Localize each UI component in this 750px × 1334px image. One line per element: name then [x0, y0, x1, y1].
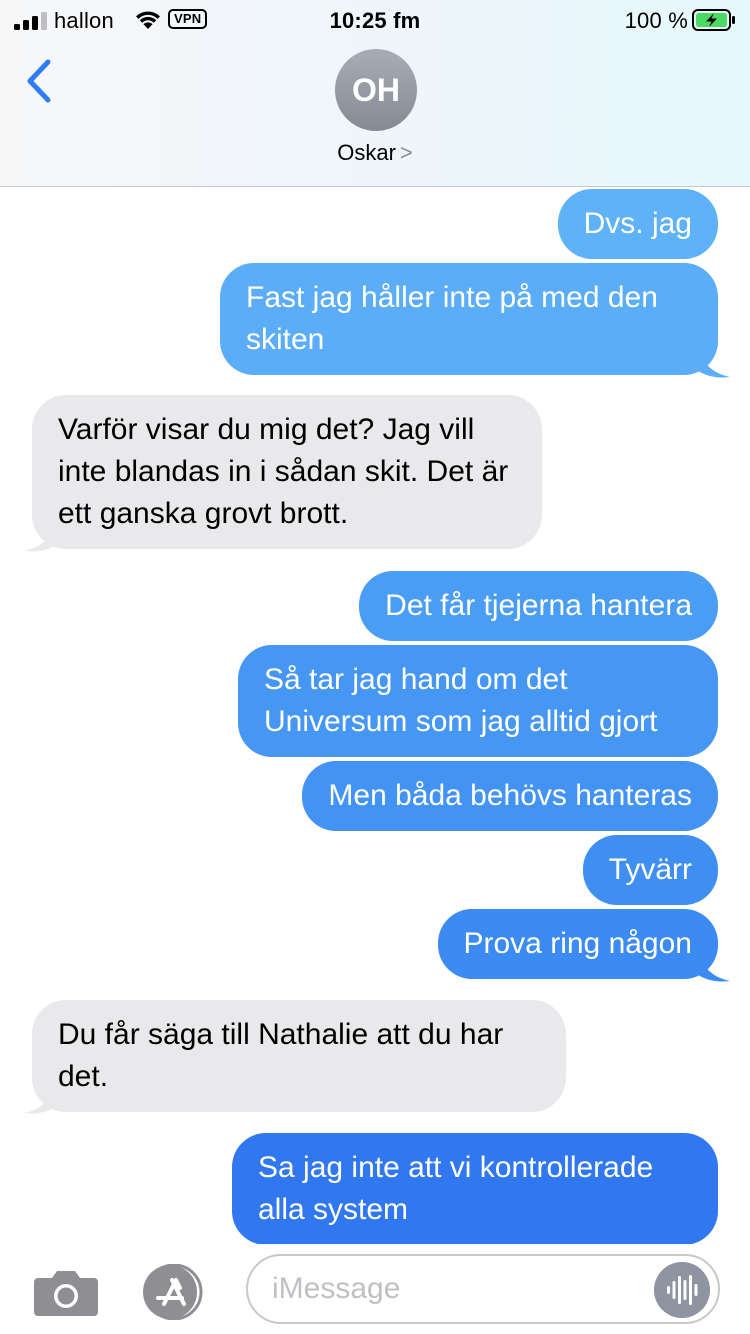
back-chevron-icon[interactable] — [18, 56, 58, 106]
message-bubble-outgoing[interactable]: Det får tjejerna hantera — [359, 571, 718, 641]
message-text: Varför visar du mig det? Jag vill inte b… — [58, 413, 509, 530]
message-bubble-incoming[interactable]: Varför visar du mig det? Jag vill inte b… — [32, 395, 542, 549]
chevron-right-icon: > — [399, 140, 413, 165]
message-text: Du får säga till Nathalie att du har det… — [58, 1018, 504, 1093]
bubble-tail — [696, 943, 730, 982]
message-text: Prova ring någon — [463, 927, 693, 960]
message-bubble-incoming[interactable]: Du får säga till Nathalie att du har det… — [32, 1000, 566, 1112]
battery-charging-icon — [692, 9, 735, 31]
message-bubble-outgoing[interactable]: Dvs. jag — [557, 189, 718, 259]
audio-waveform-icon[interactable] — [654, 1262, 710, 1318]
message-bubble-outgoing[interactable]: Tyvärr — [582, 835, 718, 905]
battery-percent: 100 % — [624, 8, 688, 33]
contact-name: Oskar — [337, 140, 396, 165]
message-input-field[interactable] — [246, 1254, 720, 1324]
status-bar: hallon VPN 10:25 fm 100 % — [0, 0, 750, 44]
message-bubble-outgoing[interactable]: Sa jag inte att vi kontrollerade alla sy… — [232, 1133, 718, 1245]
message-thread: Dvs. jag Fast jag håller inte på med den… — [0, 187, 750, 1247]
message-text: Men båda behövs hanteras — [328, 779, 692, 812]
message-text: Så tar jag hand om det Universum som jag… — [264, 663, 658, 738]
message-bubble-outgoing[interactable]: Så tar jag hand om det Universum som jag… — [238, 645, 718, 757]
conversation-header: hallon VPN 10:25 fm 100 % OH Oskar > — [0, 0, 750, 187]
contact-avatar[interactable]: OH — [335, 49, 417, 131]
composer-bar — [0, 1244, 750, 1334]
message-bubble-outgoing[interactable]: Prova ring någon — [437, 909, 718, 979]
app-store-icon[interactable] — [140, 1264, 212, 1320]
message-text: Sa jag inte att vi kontrollerade alla sy… — [258, 1151, 654, 1226]
message-text: Tyvärr — [608, 853, 692, 886]
message-input[interactable] — [272, 1256, 642, 1322]
message-text: Fast jag håller inte på med den skiten — [246, 281, 658, 356]
bubble-tail — [24, 513, 58, 552]
contact-name-button[interactable]: Oskar > — [0, 140, 750, 166]
message-bubble-outgoing[interactable]: Fast jag håller inte på med den skiten — [220, 263, 718, 375]
camera-icon[interactable] — [34, 1268, 98, 1316]
bubble-tail — [696, 339, 730, 378]
bubble-tail — [24, 1075, 58, 1114]
message-text: Dvs. jag — [583, 207, 692, 240]
message-bubble-outgoing[interactable]: Men båda behövs hanteras — [302, 761, 718, 831]
message-text: Det får tjejerna hantera — [385, 589, 692, 622]
